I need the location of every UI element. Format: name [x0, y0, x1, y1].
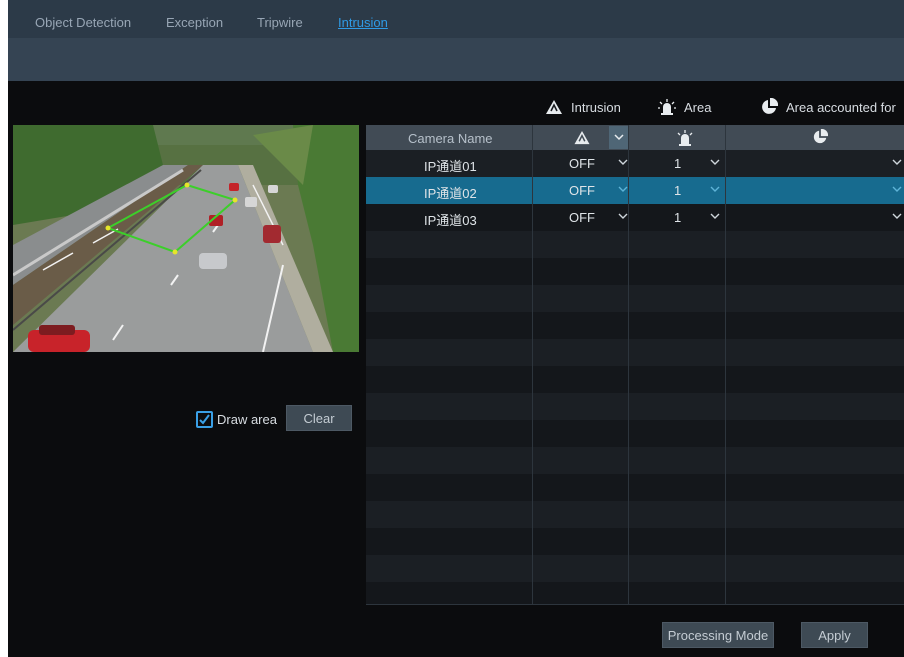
- checkbox-checked-icon[interactable]: [196, 410, 213, 428]
- chevron-down-icon[interactable]: [618, 157, 628, 167]
- column-divider: [532, 125, 533, 605]
- area-select[interactable]: 1: [674, 183, 681, 198]
- tab-exception[interactable]: Exception: [166, 15, 223, 30]
- tab-bar: Object Detection Exception Tripwire Intr…: [8, 0, 904, 38]
- legend-intrusion-label: Intrusion: [571, 99, 621, 115]
- chevron-down-icon[interactable]: [618, 184, 628, 194]
- intrusion-select[interactable]: OFF: [569, 156, 595, 171]
- tab-object-detection[interactable]: Object Detection: [35, 15, 131, 30]
- processing-mode-button[interactable]: Processing Mode: [662, 622, 774, 648]
- chevron-down-icon[interactable]: [892, 157, 902, 167]
- chevron-down-icon[interactable]: [710, 211, 720, 221]
- chevron-down-icon[interactable]: [892, 211, 902, 221]
- camera-preview-image: [13, 125, 359, 352]
- camera-preview[interactable]: [13, 125, 359, 352]
- tab-intrusion[interactable]: Intrusion: [338, 15, 388, 30]
- chevron-down-icon[interactable]: [892, 184, 902, 194]
- table-row[interactable]: IP通道01 OFF 1: [366, 150, 904, 177]
- area-select[interactable]: 1: [674, 156, 681, 171]
- intrusion-select[interactable]: OFF: [569, 183, 595, 198]
- draw-area-checkbox[interactable]: Draw area: [196, 409, 277, 429]
- header-pie-chart-icon: [812, 128, 829, 150]
- sub-toolbar: [8, 38, 904, 81]
- draw-area-label: Draw area: [217, 411, 277, 427]
- camera-name-cell: IP通道03: [424, 213, 477, 228]
- intrusion-settings-panel: Object Detection Exception Tripwire Intr…: [8, 0, 904, 657]
- tab-tripwire[interactable]: Tripwire: [257, 15, 303, 30]
- intrusion-select[interactable]: OFF: [569, 210, 595, 225]
- table-row[interactable]: IP通道03 OFF 1: [366, 204, 904, 231]
- legend-area: Area: [658, 98, 711, 116]
- camera-name-cell: IP通道02: [424, 186, 477, 201]
- alarm-light-icon: [658, 98, 676, 116]
- legend-area-accounted: Area accounted for: [760, 98, 896, 116]
- table-row-selected[interactable]: IP通道02 OFF 1: [366, 177, 904, 204]
- legend-intrusion: Intrusion: [545, 98, 621, 116]
- camera-table: Camera Name IP通道01 OFF 1 IP通道02 OFF 1 IP…: [366, 125, 904, 605]
- apply-button[interactable]: Apply: [801, 622, 868, 648]
- table-bottom-border: [366, 604, 904, 605]
- camera-name-cell: IP通道01: [424, 159, 477, 174]
- legend-area-accounted-label: Area accounted for: [786, 99, 896, 115]
- pie-chart-icon: [760, 98, 778, 116]
- chevron-down-icon[interactable]: [710, 157, 720, 167]
- header-alarm-light-icon: [676, 130, 694, 151]
- area-select[interactable]: 1: [674, 210, 681, 225]
- legend-area-label: Area: [684, 99, 712, 115]
- header-intrusion-icon: [573, 130, 591, 150]
- header-camera-name: Camera Name: [408, 131, 493, 146]
- column-divider: [628, 125, 629, 605]
- header-intrusion-dropdown-icon[interactable]: [609, 126, 629, 149]
- intrusion-icon: [545, 98, 563, 116]
- column-divider: [725, 125, 726, 605]
- chevron-down-icon[interactable]: [710, 184, 720, 194]
- clear-button[interactable]: Clear: [286, 405, 352, 431]
- chevron-down-icon[interactable]: [618, 211, 628, 221]
